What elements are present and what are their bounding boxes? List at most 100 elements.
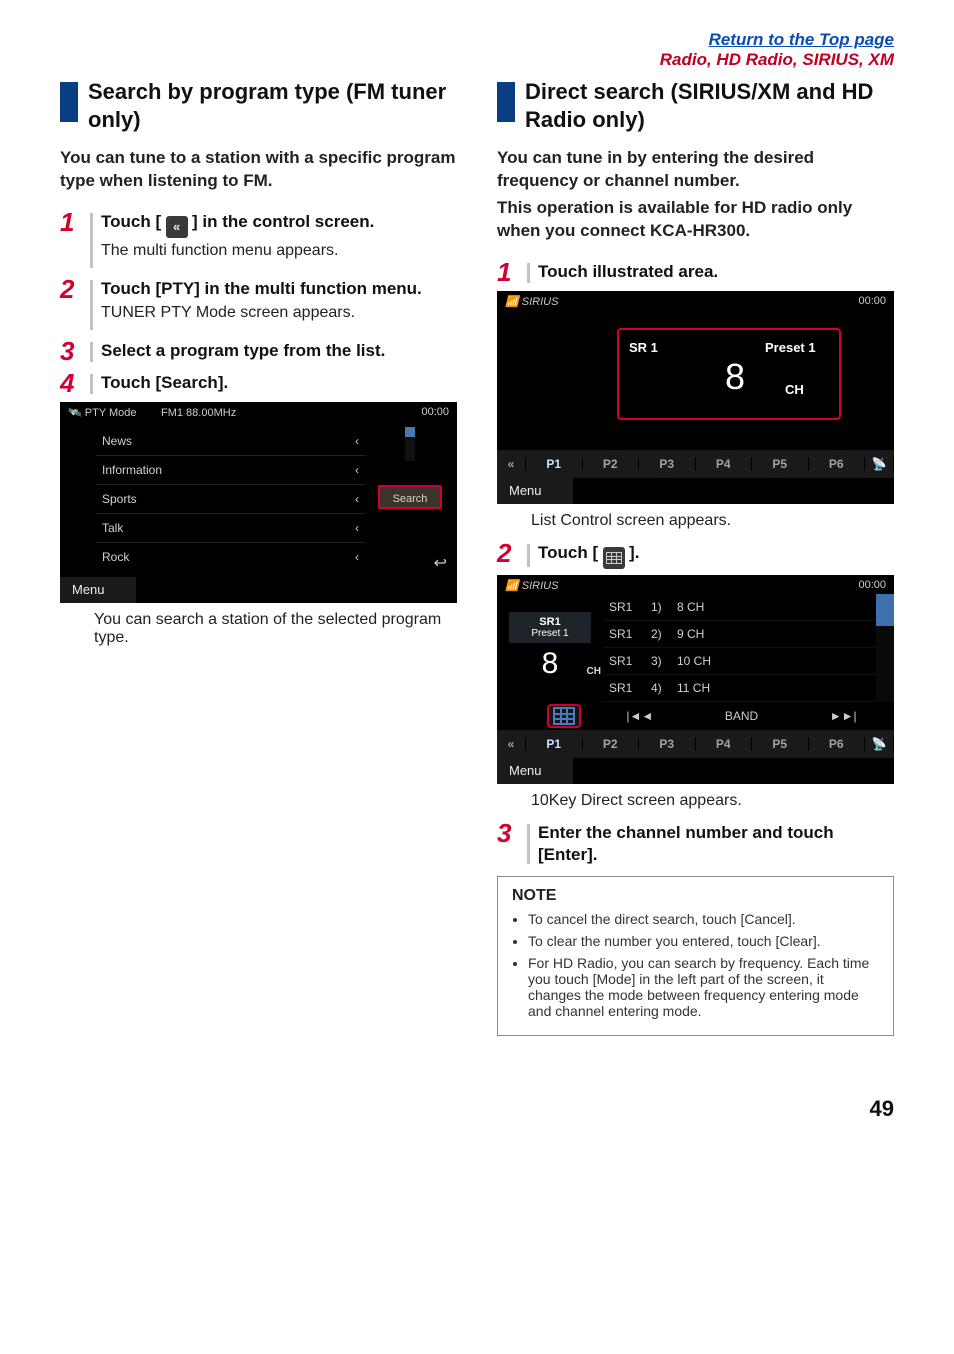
list-item[interactable]: Information‹ bbox=[96, 455, 365, 484]
return-top-link[interactable]: Return to the Top page bbox=[709, 30, 894, 49]
step-title: Touch illustrated area. bbox=[538, 261, 894, 283]
sirius-list-screenshot: 📶 SIRIUS 00:00 SR1 Preset 1 8 CH bbox=[497, 575, 894, 784]
preset-label: Preset 1 bbox=[765, 340, 816, 355]
chevron-left-double-icon: « bbox=[166, 216, 188, 238]
ch-label: CH bbox=[587, 666, 601, 677]
search-button[interactable]: Search bbox=[378, 485, 442, 509]
back-icon[interactable]: ↩ bbox=[434, 553, 447, 573]
section-name: Radio, HD Radio, SIRIUS, XM bbox=[660, 50, 894, 69]
menu-button[interactable]: Menu bbox=[497, 758, 573, 784]
after-screenshot-text: You can search a station of the selected… bbox=[94, 611, 457, 647]
step-divider bbox=[527, 544, 530, 567]
preset-button[interactable]: P5 bbox=[752, 457, 809, 471]
page-number: 49 bbox=[60, 1096, 894, 1122]
shot-title: SIRIUS bbox=[522, 580, 559, 592]
prev-track-button[interactable]: |◄◄ bbox=[589, 702, 691, 730]
preset-button[interactable]: P1 bbox=[526, 457, 583, 471]
right-heading: Direct search (SIRIUS/XM and HD Radio on… bbox=[525, 78, 894, 133]
after-screenshot-text: List Control screen appears. bbox=[531, 512, 894, 530]
step-number: 3 bbox=[60, 338, 82, 364]
step-divider bbox=[90, 374, 93, 394]
step-divider bbox=[90, 213, 93, 268]
step-number: 1 bbox=[60, 209, 82, 235]
scroll-indicator[interactable] bbox=[876, 594, 894, 702]
sr-label: SR 1 bbox=[629, 340, 658, 355]
chevron-left-icon[interactable]: « bbox=[497, 457, 526, 471]
step-title: Enter the channel number and touch [Ente… bbox=[538, 822, 894, 866]
step-title: Touch [Search]. bbox=[101, 372, 457, 394]
shot-time: 00:00 bbox=[421, 406, 449, 418]
step-title: Select a program type from the list. bbox=[101, 340, 457, 362]
heading-marker bbox=[60, 82, 78, 122]
scroll-indicator[interactable] bbox=[405, 427, 415, 461]
preset-button[interactable]: P3 bbox=[639, 457, 696, 471]
right-intro-1: You can tune in by entering the desired … bbox=[497, 147, 894, 193]
antenna-icon[interactable]: 📡 bbox=[865, 457, 894, 471]
menu-button[interactable]: Menu bbox=[497, 478, 573, 504]
ch-label: CH bbox=[785, 382, 804, 397]
preset-button[interactable]: P6 bbox=[809, 737, 866, 751]
channel-number: 8 bbox=[542, 649, 559, 679]
channel-number: 8 bbox=[719, 356, 751, 400]
note-item: To clear the number you entered, touch [… bbox=[528, 933, 879, 949]
shot-time: 00:00 bbox=[858, 579, 886, 591]
step-title-part: Touch [ bbox=[101, 212, 161, 231]
right-intro-2: This operation is available for HD radio… bbox=[497, 197, 894, 243]
list-item[interactable]: News‹ bbox=[96, 427, 365, 455]
list-item[interactable]: Sports‹ bbox=[96, 484, 365, 513]
step-title-part: ] in the control screen. bbox=[192, 212, 374, 231]
chevron-left-icon[interactable]: « bbox=[497, 737, 526, 751]
band-button[interactable]: BAND bbox=[691, 702, 793, 730]
step-title-part: ]. bbox=[629, 543, 639, 562]
shot-title: PTY Mode bbox=[85, 407, 137, 419]
pty-mode-screenshot: 🛰️ PTY Mode FM1 88.00MHz 00:00 News‹ Inf… bbox=[60, 402, 457, 603]
grid-icon bbox=[603, 547, 625, 569]
list-item[interactable]: SR11)8 CH bbox=[603, 594, 876, 621]
shot-time: 00:00 bbox=[858, 295, 886, 307]
menu-button[interactable]: Menu bbox=[60, 577, 136, 603]
sr-label: SR1 bbox=[509, 616, 591, 628]
preset-button[interactable]: P4 bbox=[696, 737, 753, 751]
step-number: 3 bbox=[497, 820, 519, 846]
heading-marker bbox=[497, 82, 515, 122]
note-item: For HD Radio, you can search by frequenc… bbox=[528, 955, 879, 1019]
preset-button[interactable]: P1 bbox=[526, 737, 583, 751]
antenna-icon[interactable]: 📡 bbox=[865, 737, 894, 751]
preset-button[interactable]: P3 bbox=[639, 737, 696, 751]
left-heading: Search by program type (FM tuner only) bbox=[88, 78, 457, 133]
preset-button[interactable]: P5 bbox=[752, 737, 809, 751]
list-item[interactable]: SR14)11 CH bbox=[603, 675, 876, 702]
step-divider bbox=[527, 824, 530, 864]
step-number: 2 bbox=[60, 276, 82, 302]
preset-button[interactable]: P2 bbox=[583, 737, 640, 751]
note-item: To cancel the direct search, touch [Canc… bbox=[528, 911, 879, 927]
preset-label: Preset 1 bbox=[509, 628, 591, 639]
shot-title: SIRIUS bbox=[522, 296, 559, 308]
step-number: 1 bbox=[497, 259, 519, 285]
after-screenshot-text: 10Key Direct screen appears. bbox=[531, 792, 894, 810]
step-number: 4 bbox=[60, 370, 82, 396]
next-track-button[interactable]: ►►| bbox=[792, 702, 894, 730]
shot-frequency: FM1 88.00MHz bbox=[161, 407, 236, 419]
list-item[interactable]: SR13)10 CH bbox=[603, 648, 876, 675]
sirius-main-screenshot: 📶 SIRIUS 00:00 SR 1 Preset 1 8 CH « P1 P… bbox=[497, 291, 894, 504]
step-title: Touch [PTY] in the multi function menu. bbox=[101, 278, 457, 300]
note-box: NOTE To cancel the direct search, touch … bbox=[497, 876, 894, 1036]
grid-button[interactable] bbox=[547, 704, 581, 728]
step-description: The multi function menu appears. bbox=[101, 242, 457, 260]
preset-button[interactable]: P6 bbox=[809, 457, 866, 471]
step-title-part: Touch [ bbox=[538, 543, 598, 562]
note-heading: NOTE bbox=[512, 887, 879, 905]
step-divider bbox=[90, 342, 93, 362]
left-intro: You can tune to a station with a specifi… bbox=[60, 147, 457, 193]
step-divider bbox=[90, 280, 93, 330]
list-item[interactable]: Talk‹ bbox=[96, 513, 365, 542]
list-item[interactable]: SR12)9 CH bbox=[603, 621, 876, 648]
step-divider bbox=[527, 263, 530, 283]
step-number: 2 bbox=[497, 540, 519, 566]
step-description: TUNER PTY Mode screen appears. bbox=[101, 304, 457, 322]
preset-button[interactable]: P2 bbox=[583, 457, 640, 471]
list-item[interactable]: Rock‹ bbox=[96, 542, 365, 571]
preset-button[interactable]: P4 bbox=[696, 457, 753, 471]
grid-icon bbox=[553, 707, 575, 725]
